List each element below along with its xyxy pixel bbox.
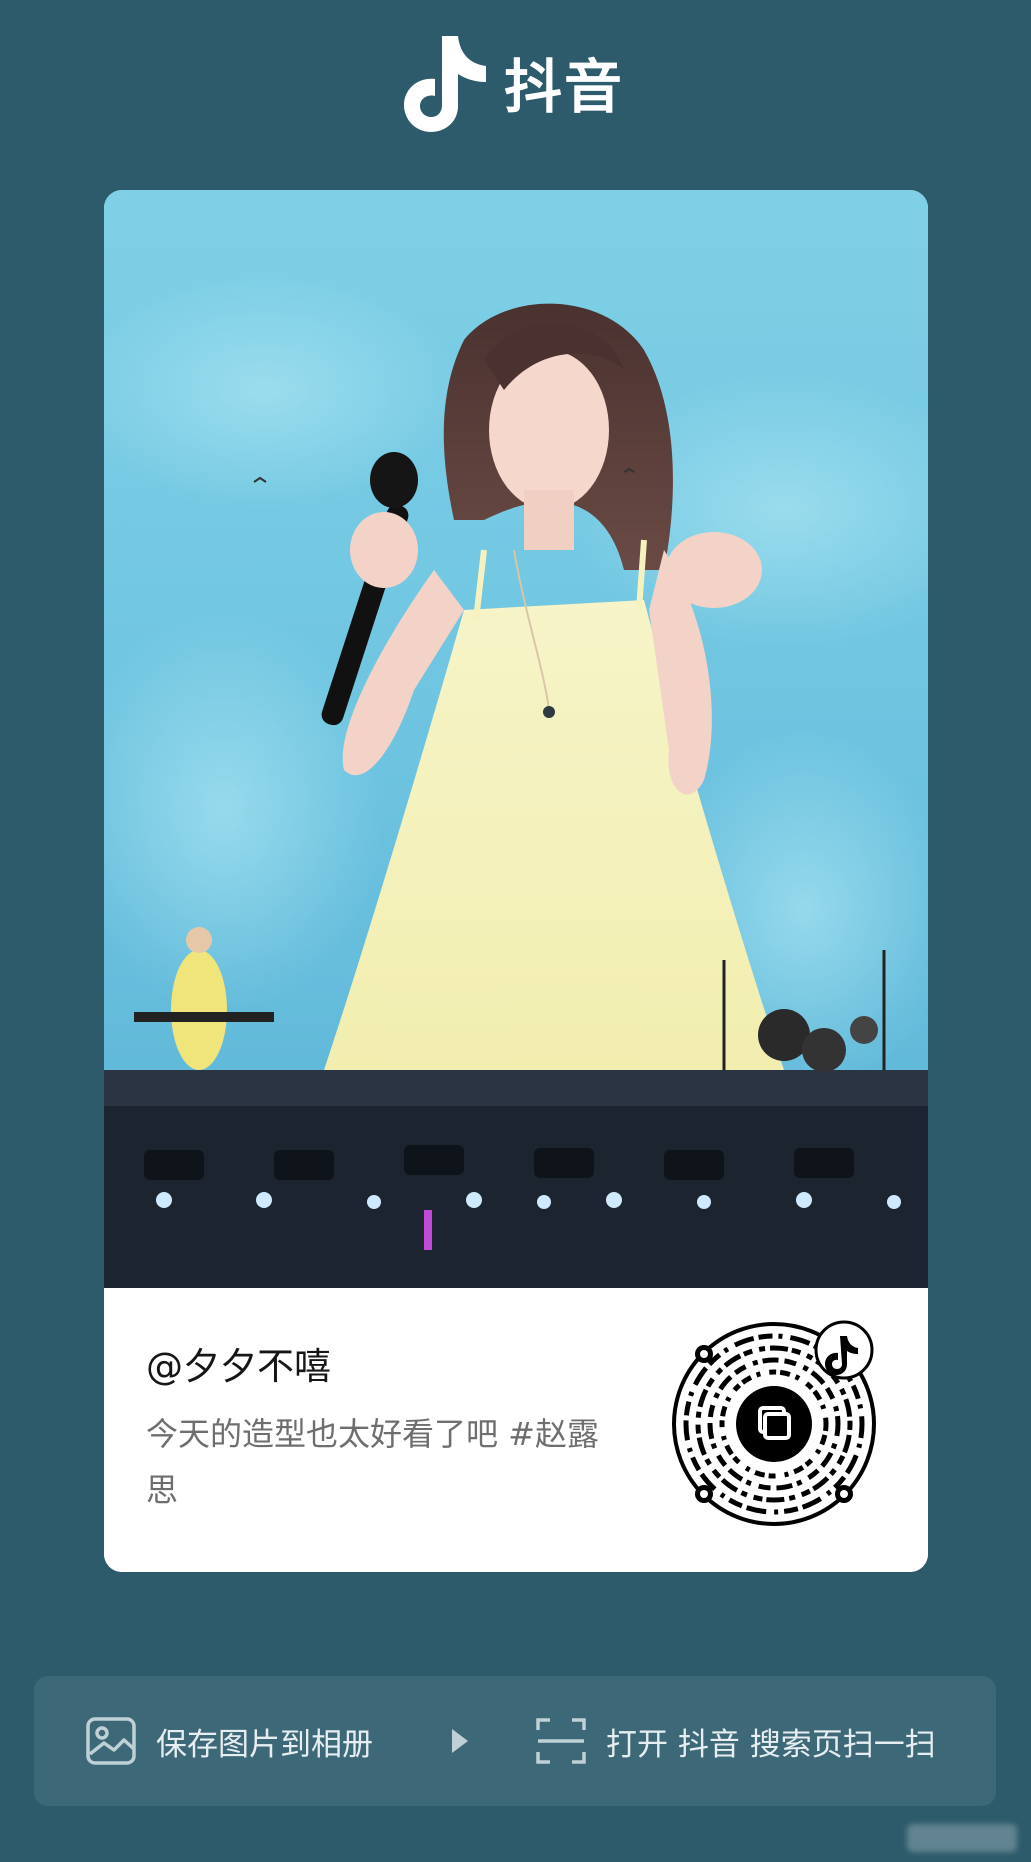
- image-icon: [86, 1717, 136, 1765]
- open-douyin-scan-button[interactable]: 打开 抖音 搜索页扫一扫: [534, 1676, 936, 1806]
- bottom-action-bar: 保存图片到相册 打开 抖音 搜索页扫一扫: [34, 1676, 996, 1806]
- scan-label: 打开 抖音 搜索页扫一扫: [606, 1726, 936, 1763]
- qr-code: [672, 1320, 876, 1526]
- watermark: [907, 1824, 1017, 1852]
- post-caption-area: @夕夕不嘻 今天的造型也太好看了吧 #赵露思: [104, 1288, 928, 1572]
- share-card: @夕夕不嘻 今天的造型也太好看了吧 #赵露思: [104, 190, 928, 1572]
- post-username[interactable]: @夕夕不嘻: [146, 1336, 331, 1390]
- save-to-album-label: 保存图片到相册: [156, 1726, 373, 1763]
- app-name: 抖音: [504, 53, 625, 121]
- douyin-logo: 抖音: [400, 32, 624, 132]
- scan-frame-icon: [536, 1718, 586, 1764]
- post-image: [104, 190, 928, 1288]
- save-to-album-button[interactable]: 保存图片到相册: [84, 1676, 373, 1806]
- douyin-note-icon: [404, 36, 486, 132]
- post-description: 今天的造型也太好看了吧 #赵露思: [146, 1415, 599, 1509]
- play-arrow-icon: [452, 1729, 468, 1753]
